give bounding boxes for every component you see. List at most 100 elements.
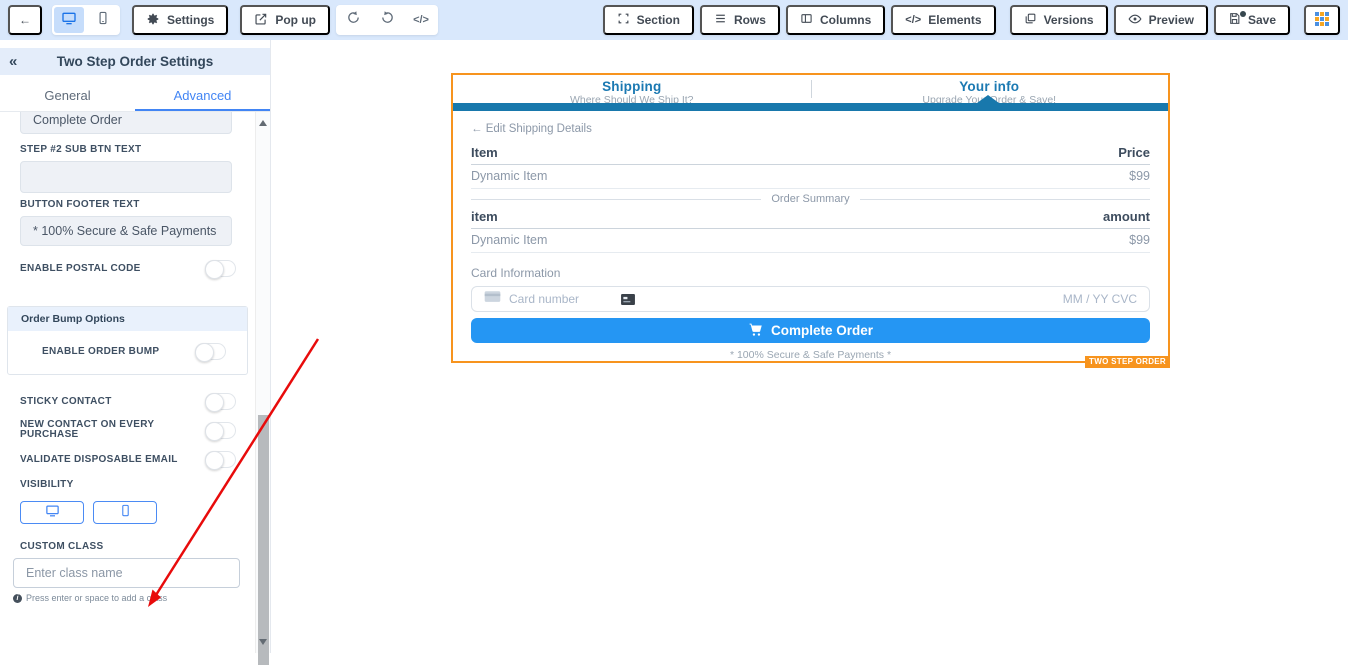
amount-column-header: amount [1103,209,1150,224]
item-column-header: Item [471,145,498,160]
scrollbar-thumb[interactable] [258,415,269,665]
apps-grid-icon [1315,12,1329,29]
eye-icon [1128,12,1142,29]
enable-postal-code-row: ENABLE POSTAL CODE [20,260,236,277]
two-step-order-widget[interactable]: Shipping Where Should We Ship It? Your i… [451,73,1170,363]
section-button[interactable]: Section [603,5,694,35]
collapse-sidebar-icon[interactable]: « [9,54,17,69]
preview-button[interactable]: Preview [1114,5,1208,35]
button-footer-input[interactable] [20,216,232,246]
step-title: Shipping [453,79,811,94]
sidebar-content: STEP #2 SUB BTN TEXT BUTTON FOOTER TEXT … [0,112,256,653]
item-price: $99 [1129,169,1150,183]
gear-icon [146,12,160,29]
complete-order-label: Complete Order [771,323,873,338]
builder-page: ← Settings Pop up </> Section [0,0,1348,653]
visibility-mobile-button[interactable] [93,501,157,524]
enable-order-bump-toggle[interactable] [195,343,226,360]
tab-general[interactable]: General [0,75,135,111]
apps-grid-button[interactable] [1304,5,1340,35]
elements-button[interactable]: </> Elements [891,5,995,35]
validate-email-toggle[interactable] [205,451,236,468]
versions-button[interactable]: Versions [1010,5,1108,35]
visibility-label: VISIBILITY [20,480,236,490]
redo-icon [380,10,395,30]
scroll-up-arrow[interactable] [259,120,267,126]
columns-label: Columns [820,13,871,27]
step-tab-shipping[interactable]: Shipping Where Should We Ship It? [453,75,811,103]
rows-icon [714,12,727,28]
order-bump-options-header: Order Bump Options [8,307,247,331]
item-amount: $99 [1129,233,1150,247]
scroll-down-arrow[interactable] [259,639,267,645]
unsaved-badge [1240,11,1246,17]
elements-icon: </> [905,14,921,26]
items-table-row: Dynamic Item $99 [471,165,1150,189]
redo-button[interactable] [372,7,402,33]
tab-advanced[interactable]: Advanced [135,75,270,111]
complete-order-button[interactable]: Complete Order [471,318,1150,343]
save-button[interactable]: Save [1214,5,1290,35]
info-icon: i [13,594,22,603]
step2-sub-btn-label: STEP #2 SUB BTN TEXT [20,145,236,155]
order-step-tabs: Shipping Where Should We Ship It? Your i… [453,75,1168,103]
back-arrow-icon: ← [19,13,31,27]
card-number-placeholder: Card number [509,292,579,306]
back-button[interactable]: ← [8,5,42,35]
edit-shipping-link[interactable]: ← Edit Shipping Details [471,123,1150,135]
versions-label: Versions [1044,13,1094,27]
custom-code-button[interactable]: </> [406,7,436,33]
save-icon [1228,12,1241,28]
custom-class-hint: i Press enter or space to add a class [13,593,256,603]
section-label: Section [637,13,680,27]
rows-label: Rows [734,13,766,27]
item-name: Dynamic Item [471,233,547,247]
rows-button[interactable]: Rows [700,5,780,35]
columns-icon [800,12,813,28]
settings-sidebar: « Two Step Order Settings General Advanc… [0,40,271,653]
visibility-desktop-button[interactable] [20,501,84,524]
card-information-label: Card Information [471,266,1150,280]
columns-button[interactable]: Columns [786,5,885,35]
undo-button[interactable] [338,7,368,33]
step2-sub-btn-input[interactable] [20,161,232,193]
enable-postal-code-toggle[interactable] [205,260,236,277]
summary-table-row: Dynamic Item $99 [471,229,1150,253]
price-column-header: Price [1118,145,1150,160]
settings-label: Settings [167,13,214,27]
custom-class-label: CUSTOM CLASS [20,542,236,552]
device-toggle-group [52,5,120,35]
mobile-view-button[interactable] [88,7,118,33]
validate-email-row: VALIDATE DISPOSABLE EMAIL [20,451,236,468]
enable-order-bump-row: ENABLE ORDER BUMP [8,331,247,374]
popup-icon [254,12,268,29]
mobile-icon [96,11,110,30]
preview-label: Preview [1149,13,1194,27]
settings-button[interactable]: Settings [132,5,228,35]
popup-button[interactable]: Pop up [240,5,330,35]
save-label: Save [1248,13,1276,27]
sticky-contact-toggle[interactable] [205,393,236,410]
step2-btn-text-input[interactable] [20,112,232,134]
history-group: </> [336,5,438,35]
sidebar-title: Two Step Order Settings [0,54,270,69]
card-number-input[interactable]: Card number MM / YY CVC [471,286,1150,312]
button-footer-label: BUTTON FOOTER TEXT [20,200,236,210]
sticky-contact-row: STICKY CONTACT [20,393,236,410]
active-step-notch [977,95,999,103]
order-form-body: ← Edit Shipping Details Item Price Dynam… [453,111,1168,361]
desktop-icon [45,503,60,523]
custom-class-hint-text: Press enter or space to add a class [26,593,167,603]
edit-shipping-label: Edit Shipping Details [486,123,592,135]
new-contact-toggle[interactable] [205,422,236,439]
card-scan-icon[interactable] [621,294,635,305]
custom-class-input[interactable] [13,558,240,588]
sidebar-scrollbar[interactable] [255,112,270,653]
section-icon [617,12,630,28]
code-icon: </> [413,14,429,26]
versions-icon [1024,12,1037,28]
order-bump-options-box: Order Bump Options ENABLE ORDER BUMP [7,306,248,375]
desktop-view-button[interactable] [54,7,84,33]
cart-icon [748,322,763,340]
top-toolbar: ← Settings Pop up </> Section [0,0,1348,40]
